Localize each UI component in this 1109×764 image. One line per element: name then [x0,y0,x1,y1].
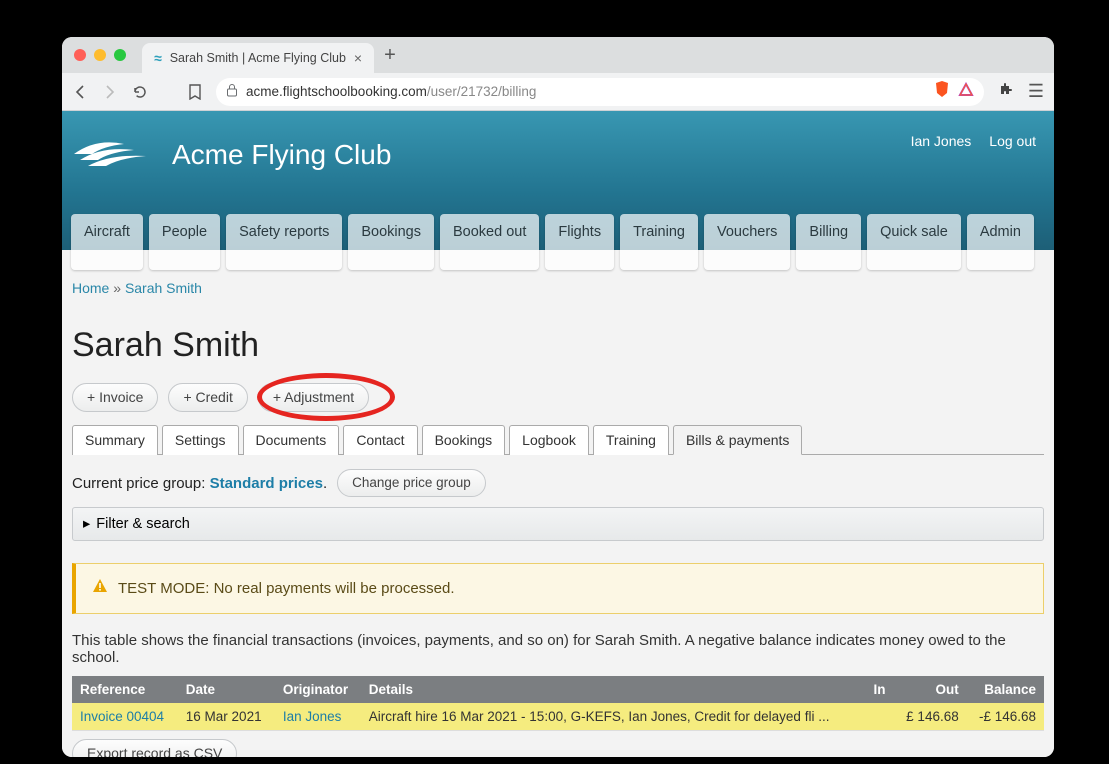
nav-bookings[interactable]: Bookings [348,214,434,270]
nav-training[interactable]: Training [620,214,698,270]
test-mode-notice: TEST MODE: No real payments will be proc… [72,563,1044,614]
user-subtabs: SummarySettingsDocumentsContactBookingsL… [72,424,1044,455]
nav-people[interactable]: People [149,214,220,270]
browser-tab[interactable]: ≈ Sarah Smith | Acme Flying Club × [142,43,374,73]
browser-window: ≈ Sarah Smith | Acme Flying Club × + acm… [62,37,1054,757]
breadcrumb: Home » Sarah Smith [72,280,1044,296]
originator-link[interactable]: Ian Jones [283,709,342,724]
current-user-link[interactable]: Ian Jones [911,133,972,149]
page-title: Sarah Smith [72,326,1044,365]
site-title: Acme Flying Club [172,139,391,171]
back-button[interactable] [72,84,88,100]
subtab-bills-payments[interactable]: Bills & payments [673,425,802,455]
url-text: acme.flightschoolbooking.com/user/21732/… [246,84,536,99]
subtab-summary[interactable]: Summary [72,425,158,455]
lock-icon [226,83,238,100]
table-row: Invoice 0040416 Mar 2021Ian JonesAircraf… [72,703,1044,731]
nav-billing[interactable]: Billing [796,214,861,270]
browser-menu-button[interactable]: ☰ [1028,81,1044,102]
subtab-training[interactable]: Training [593,425,669,455]
nav-admin[interactable]: Admin [967,214,1034,270]
bookmark-button[interactable] [188,84,202,100]
browser-toolbar: acme.flightschoolbooking.com/user/21732/… [62,73,1054,111]
nav-safety-reports[interactable]: Safety reports [226,214,342,270]
warning-icon [92,578,108,599]
subtab-documents[interactable]: Documents [243,425,340,455]
table-description: This table shows the financial transacti… [72,632,1044,666]
subtab-bookings[interactable]: Bookings [422,425,506,455]
th-reference: Reference [72,676,178,703]
url-bar[interactable]: acme.flightschoolbooking.com/user/21732/… [216,78,984,106]
nav-aircraft[interactable]: Aircraft [71,214,143,270]
site-logo-icon [74,136,152,173]
add-adjustment-button[interactable]: + Adjustment [258,383,369,412]
brave-rewards-icon[interactable] [958,82,974,101]
th-date: Date [178,676,275,703]
breadcrumb-home[interactable]: Home [72,280,109,296]
filter-search-toggle[interactable]: ▸ Filter & search [72,507,1044,541]
nav-vouchers[interactable]: Vouchers [704,214,790,270]
nav-booked-out[interactable]: Booked out [440,214,539,270]
add-invoice-button[interactable]: + Invoice [72,383,158,412]
price-group-row: Current price group: Standard prices. Ch… [72,469,1044,497]
add-credit-button[interactable]: + Credit [168,383,247,412]
th-details: Details [361,676,865,703]
reload-button[interactable] [132,84,148,100]
invoice-link[interactable]: Invoice 00404 [80,709,164,724]
page: Acme Flying Club Ian Jones Log out Aircr… [62,111,1054,757]
subtab-contact[interactable]: Contact [343,425,417,455]
disclosure-triangle-icon: ▸ [83,516,90,532]
subtab-logbook[interactable]: Logbook [509,425,589,455]
extensions-icon[interactable] [998,81,1014,102]
site-header: Acme Flying Club Ian Jones Log out Aircr… [62,111,1054,250]
tab-title: Sarah Smith | Acme Flying Club [170,51,346,65]
th-out: Out [894,676,966,703]
favicon-icon: ≈ [154,50,162,66]
nav-flights[interactable]: Flights [545,214,614,270]
tab-close-button[interactable]: × [354,50,362,66]
th-in: In [865,676,895,703]
forward-button [102,84,118,100]
logout-link[interactable]: Log out [989,133,1036,149]
transactions-table: ReferenceDateOriginatorDetailsInOutBalan… [72,676,1044,731]
price-group-link[interactable]: Standard prices [210,475,323,492]
subtab-settings[interactable]: Settings [162,425,239,455]
th-balance: Balance [967,676,1044,703]
nav-quick-sale[interactable]: Quick sale [867,214,961,270]
browser-tabbar: ≈ Sarah Smith | Acme Flying Club × + [62,37,1054,73]
window-maximize-button[interactable] [114,49,126,61]
window-minimize-button[interactable] [94,49,106,61]
change-price-group-button[interactable]: Change price group [337,469,486,497]
brave-shield-icon[interactable] [934,80,950,103]
th-originator: Originator [275,676,361,703]
action-buttons-row: + Invoice + Credit + Adjustment [72,383,1044,412]
main-nav: AircraftPeopleSafety reportsBookingsBook… [71,214,1034,270]
export-csv-button[interactable]: Export record as CSV [72,739,237,757]
window-close-button[interactable] [74,49,86,61]
new-tab-button[interactable]: + [384,44,396,67]
window-controls [74,49,126,61]
breadcrumb-current[interactable]: Sarah Smith [125,280,202,296]
